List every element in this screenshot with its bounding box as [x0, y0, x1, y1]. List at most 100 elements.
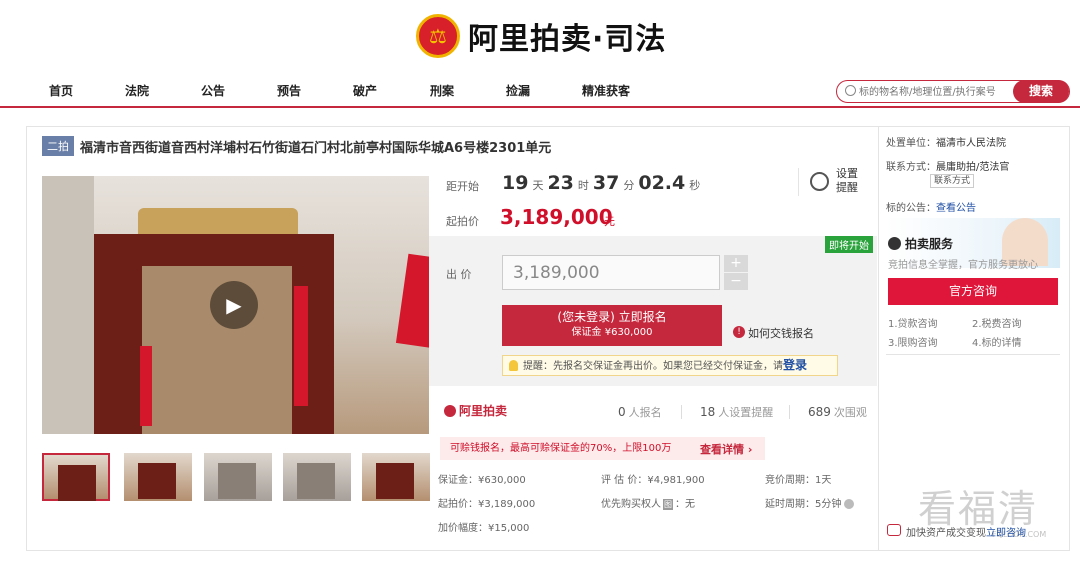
round-badge: 二拍: [42, 136, 74, 156]
priority-value: ：无: [675, 499, 695, 510]
priority-tag: 图: [663, 499, 673, 510]
stats-brand: 阿里拍卖: [444, 402, 507, 419]
signup-count-value: 0: [618, 405, 626, 419]
info-icon: !: [733, 326, 745, 338]
court-name: 福清市人民法院: [936, 138, 1006, 149]
photo-couplet-right: [294, 286, 308, 406]
help-icon[interactable]: [844, 499, 855, 509]
thumbnail-3[interactable]: [204, 453, 272, 501]
how-to-pay-link[interactable]: 如何交钱报名: [748, 325, 814, 341]
countdown-minutes-unit: 分: [623, 179, 635, 192]
nav-item-notice[interactable]: 公告: [201, 82, 225, 99]
asset-consult-text: 加快资产成交变现: [906, 528, 986, 539]
nav-item-bankruptcy[interactable]: 破产: [353, 82, 377, 99]
court-row: 处置单位：福清市人民法院: [886, 134, 1006, 149]
handshake-icon: [887, 524, 901, 536]
login-tip: 提醒：先报名交保证金再出价。如果您已经交付保证金，请登录: [502, 355, 838, 376]
divider: [789, 405, 790, 419]
view-count: 689 次围观: [808, 404, 867, 420]
signup-count-label: 人报名: [628, 406, 662, 419]
service-icon: [888, 237, 901, 250]
delay-info: 延时周期：5分钟: [765, 495, 855, 510]
ali-auction-logo-icon: [444, 404, 456, 417]
contact-name: 晨庸助拍/范法官: [936, 162, 1010, 173]
view-count-value: 689: [808, 405, 831, 419]
countdown-seconds: 02.4: [638, 172, 686, 194]
nav-item-criminal[interactable]: 刑案: [430, 82, 454, 99]
reminder-count: 18 人设置提醒: [700, 404, 773, 420]
start-price-info: 起拍价：¥3,189,000: [438, 499, 536, 510]
thumbnail-door: [58, 465, 96, 501]
lightbulb-icon: [509, 360, 518, 371]
divider: [681, 405, 682, 419]
status-badge: 即将开始: [825, 236, 873, 253]
countdown-days-unit: 天: [532, 179, 544, 192]
nav-item-home[interactable]: 首页: [49, 82, 73, 99]
priority-info: 优先购买权人图：无: [601, 495, 695, 510]
play-video-button[interactable]: ▶: [210, 281, 258, 329]
lot-title: 福清市音西街道音西村洋埔村石竹街道石门村北前亭村国际华城A6号楼2301单元: [80, 140, 552, 156]
decrease-bid-button[interactable]: −: [724, 273, 748, 290]
photo-couplet-left: [140, 346, 152, 426]
thumbnail-4[interactable]: [283, 453, 351, 501]
bid-amount-input[interactable]: [502, 255, 720, 290]
lot-details-link[interactable]: 4.标的详情: [972, 334, 1022, 349]
search-icon: [845, 85, 856, 96]
start-price-label: 起拍价: [446, 215, 479, 228]
main-photo[interactable]: ▶: [42, 176, 429, 434]
cycle-info: 竞价周期：1天: [765, 475, 832, 486]
nav-item-leads[interactable]: 精准获客: [582, 82, 630, 99]
photo-decoration: [395, 253, 429, 349]
thumbnail-2[interactable]: [124, 453, 192, 501]
priority-label: 优先购买权人: [601, 499, 661, 510]
nav-item-preview[interactable]: 预告: [277, 82, 301, 99]
signup-count: 0 人报名: [618, 404, 662, 420]
thumbnail-1[interactable]: [42, 453, 110, 501]
asset-consult-link[interactable]: 立即咨询: [986, 528, 1026, 539]
countdown-minutes: 37: [592, 172, 620, 194]
photo-wall: [42, 176, 94, 434]
view-count-label: 次围观: [833, 406, 867, 419]
thumbnail-door: [376, 463, 414, 499]
thumbnail-room: [218, 463, 256, 499]
purchase-limit-link[interactable]: 3.限购咨询: [888, 334, 938, 349]
thumbnail-5[interactable]: [362, 453, 430, 501]
set-reminder-button[interactable]: 设置提醒: [836, 167, 866, 195]
countdown-hours-unit: 时: [577, 179, 589, 192]
asset-consult-row: 加快资产成交变现立即咨询: [906, 524, 1026, 539]
loan-consult-link[interactable]: 1.贷款咨询: [888, 315, 938, 330]
divider: [886, 354, 1060, 355]
login-link[interactable]: 登录: [783, 358, 807, 372]
service-title: 拍卖服务: [905, 237, 954, 251]
start-price-value: 3,189,000: [500, 205, 613, 229]
site-logo[interactable]: ⚖ 阿里拍卖·司法: [416, 12, 666, 60]
tip-text: 提醒：先报名交保证金再出价。如果您已经交付保证金，请: [523, 361, 783, 372]
search-bar: 搜索: [836, 80, 1070, 103]
contact-label: 联系方式：: [886, 162, 936, 173]
delay-text: 延时周期：5分钟: [765, 499, 842, 510]
nav-item-bargain[interactable]: 捡漏: [506, 82, 530, 99]
bid-label: 出 价: [446, 268, 472, 281]
notice-row: 标的公告：查看公告: [886, 199, 976, 214]
countdown: 19 天 23 时 37 分 02.4 秒: [502, 172, 704, 194]
notice-link[interactable]: 查看公告: [936, 203, 976, 214]
logo-text: 阿里拍卖·司法: [468, 22, 667, 57]
increase-bid-button[interactable]: +: [724, 255, 748, 272]
deposit-info: 保证金：¥630,000: [438, 475, 526, 486]
official-consult-button[interactable]: 官方咨询: [888, 278, 1058, 305]
stats-brand-label: 阿里拍卖: [459, 404, 508, 418]
search-button[interactable]: 搜索: [1013, 80, 1069, 103]
countdown-days: 19: [502, 172, 529, 194]
contact-button[interactable]: 联系方式: [930, 174, 975, 188]
loan-details-link[interactable]: 查看详情 ›: [700, 441, 752, 457]
start-price-unit: 元: [604, 215, 615, 228]
divider: [798, 168, 799, 196]
signup-button[interactable]: (您未登录) 立即报名 保证金 ¥630,000: [502, 305, 722, 346]
nav-item-court[interactable]: 法院: [125, 82, 149, 99]
countdown-label: 距开始: [446, 180, 479, 193]
tax-consult-link[interactable]: 2.税费咨询: [972, 315, 1022, 330]
contact-row: 联系方式：晨庸助拍/范法官: [886, 158, 1009, 173]
alarm-clock-icon[interactable]: [810, 172, 829, 191]
reminder-count-label: 人设置提醒: [718, 406, 774, 419]
search-input[interactable]: [859, 84, 1015, 100]
